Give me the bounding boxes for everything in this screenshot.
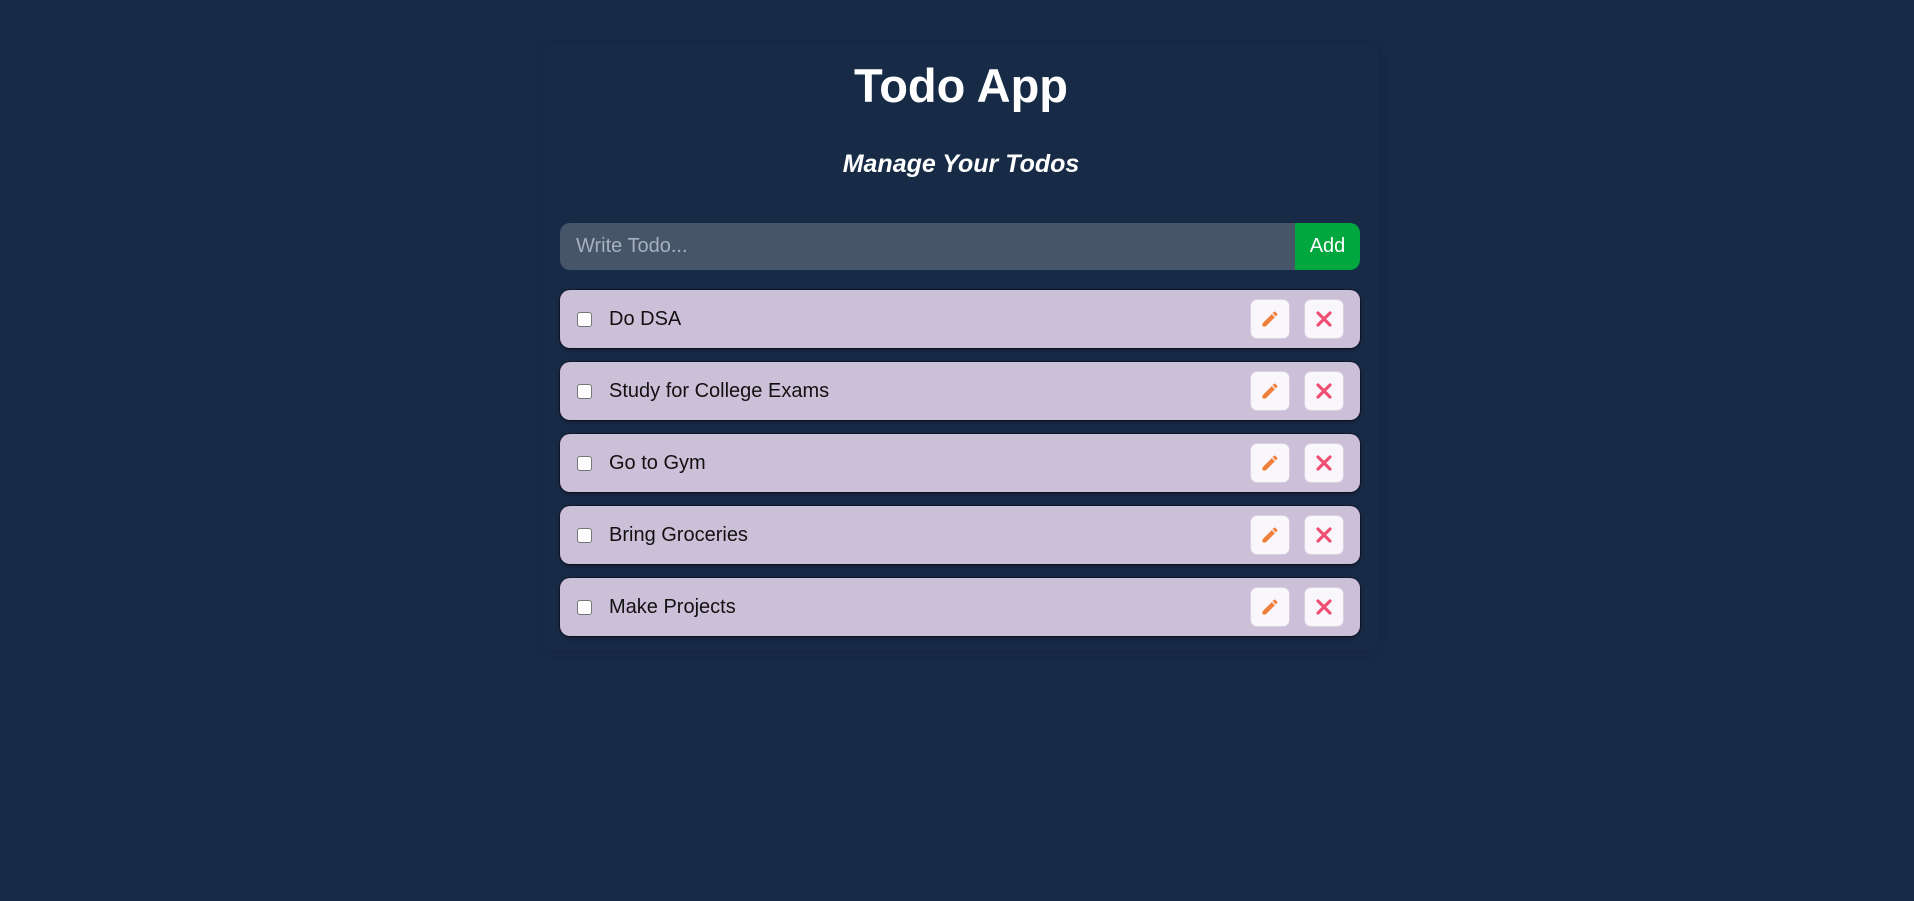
edit-button[interactable] bbox=[1250, 443, 1290, 483]
todo-checkbox[interactable] bbox=[577, 312, 592, 327]
delete-button[interactable] bbox=[1304, 587, 1344, 627]
close-icon bbox=[1314, 453, 1334, 473]
close-icon bbox=[1314, 381, 1334, 401]
todo-checkbox[interactable] bbox=[577, 528, 592, 543]
todo-text: Do DSA bbox=[609, 308, 682, 330]
todo-text: Go to Gym bbox=[609, 452, 706, 474]
todo-item: Go to Gym bbox=[560, 434, 1360, 492]
todo-checkbox[interactable] bbox=[577, 456, 592, 471]
delete-button[interactable] bbox=[1304, 515, 1344, 555]
delete-button[interactable] bbox=[1304, 371, 1344, 411]
todo-list: Do DSA Study for College Exams Go to Gym… bbox=[560, 290, 1360, 650]
pencil-icon bbox=[1260, 525, 1280, 545]
pencil-icon bbox=[1260, 381, 1280, 401]
edit-button[interactable] bbox=[1250, 587, 1290, 627]
edit-button[interactable] bbox=[1250, 515, 1290, 555]
page-subtitle: Manage Your Todos bbox=[842, 150, 1080, 178]
close-icon bbox=[1314, 525, 1334, 545]
delete-button[interactable] bbox=[1304, 443, 1344, 483]
add-button[interactable]: Add bbox=[1295, 223, 1360, 270]
todo-item: Study for College Exams bbox=[560, 362, 1360, 420]
todo-item: Do DSA bbox=[560, 290, 1360, 348]
edit-button[interactable] bbox=[1250, 299, 1290, 339]
pencil-icon bbox=[1260, 597, 1280, 617]
todo-item: Make Projects bbox=[560, 578, 1360, 636]
todo-text: Study for College Exams bbox=[609, 380, 830, 402]
todo-input[interactable] bbox=[560, 223, 1295, 270]
add-todo-form: Add bbox=[560, 223, 1360, 270]
todo-text: Bring Groceries bbox=[609, 524, 748, 546]
delete-button[interactable] bbox=[1304, 299, 1344, 339]
todo-checkbox[interactable] bbox=[577, 384, 592, 399]
todo-text: Make Projects bbox=[609, 596, 736, 618]
todo-item: Bring Groceries bbox=[560, 506, 1360, 564]
edit-button[interactable] bbox=[1250, 371, 1290, 411]
todo-checkbox[interactable] bbox=[577, 600, 592, 615]
page-title: Todo App bbox=[853, 59, 1069, 112]
todo-card: Todo App Manage Your Todos Add Do DSA St… bbox=[543, 44, 1379, 650]
close-icon bbox=[1314, 597, 1334, 617]
close-icon bbox=[1314, 309, 1334, 329]
pencil-icon bbox=[1260, 309, 1280, 329]
pencil-icon bbox=[1260, 453, 1280, 473]
